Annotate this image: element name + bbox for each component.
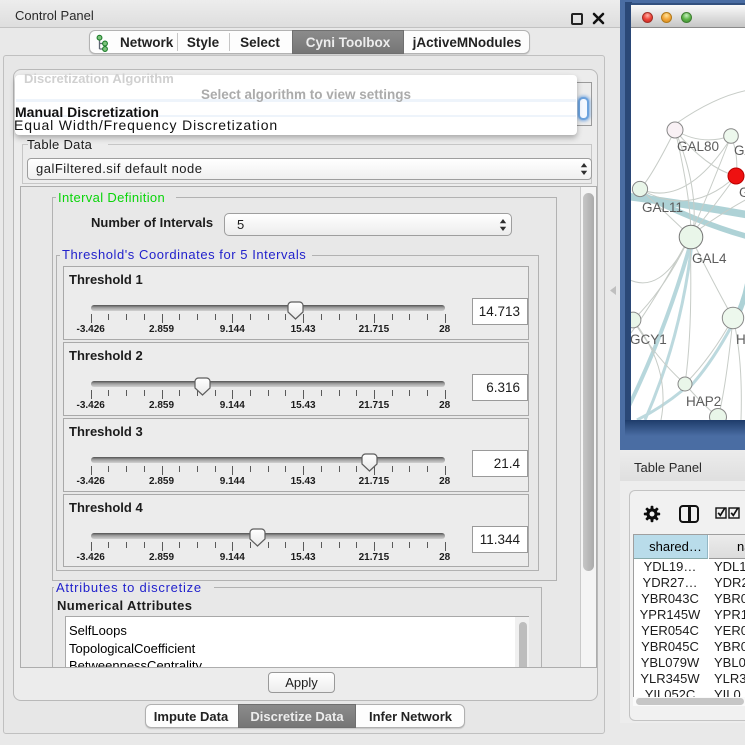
svg-text:GCY1: GCY1: [631, 332, 667, 347]
svg-text:GAL11: GAL11: [642, 200, 683, 215]
svg-text:GAL80: GAL80: [677, 139, 719, 154]
svg-text:GA: GA: [734, 143, 745, 158]
svg-text:G: G: [739, 185, 745, 200]
svg-text:GAL4: GAL4: [692, 251, 727, 266]
svg-text:H: H: [736, 332, 745, 347]
svg-text:HAP2: HAP2: [686, 394, 721, 409]
